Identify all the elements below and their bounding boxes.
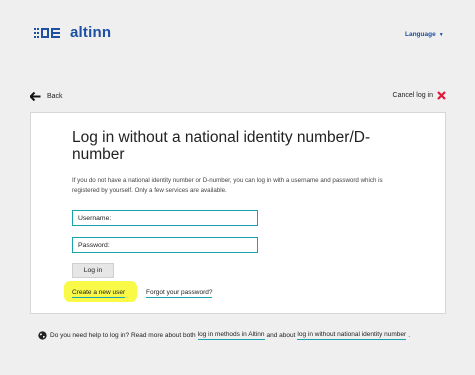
- username-field[interactable]: Username:: [72, 210, 258, 226]
- help-text-3: .: [408, 332, 410, 339]
- create-new-user-link[interactable]: Create a new user: [72, 289, 126, 298]
- password-placeholder: Password:: [78, 242, 110, 249]
- login-card: Log in without a national identity numbe…: [30, 112, 446, 314]
- globe-icon: [38, 331, 47, 340]
- language-label: Language: [405, 31, 436, 38]
- cancel-login-button[interactable]: Cancel log in: [393, 91, 446, 100]
- password-field[interactable]: Password:: [72, 237, 258, 253]
- login-button[interactable]: Log in: [72, 263, 114, 278]
- help-text-1: Do you need help to log in? Read more ab…: [50, 332, 196, 339]
- logo-text: altinn: [70, 24, 112, 41]
- top-navigation: Back Cancel log in: [30, 90, 446, 106]
- altinn-logo[interactable]: altinn: [34, 24, 111, 41]
- cancel-label: Cancel log in: [392, 92, 433, 99]
- back-label: Back: [47, 93, 63, 100]
- arrow-left-icon: [30, 92, 41, 101]
- login-without-id-link[interactable]: log in without national identity number: [297, 331, 407, 340]
- username-placeholder: Username:: [78, 215, 112, 222]
- forgot-password-link[interactable]: Forgot your password?: [146, 289, 213, 298]
- intro-text: If you do not have a national identity n…: [72, 177, 383, 194]
- back-button[interactable]: Back: [30, 92, 63, 101]
- header: altinn Language ▼: [0, 0, 475, 62]
- page-title: Log in without a national identity numbe…: [72, 129, 371, 163]
- chevron-down-icon: ▼: [438, 31, 444, 38]
- login-methods-link[interactable]: log in methods in Altinn: [197, 331, 265, 340]
- language-dropdown[interactable]: Language ▼: [405, 31, 444, 38]
- altinn-logo-icon: [34, 27, 60, 38]
- help-text-2: and about: [266, 332, 296, 339]
- close-icon: [437, 91, 446, 100]
- help-footer: Do you need help to log in? Read more ab…: [38, 331, 458, 340]
